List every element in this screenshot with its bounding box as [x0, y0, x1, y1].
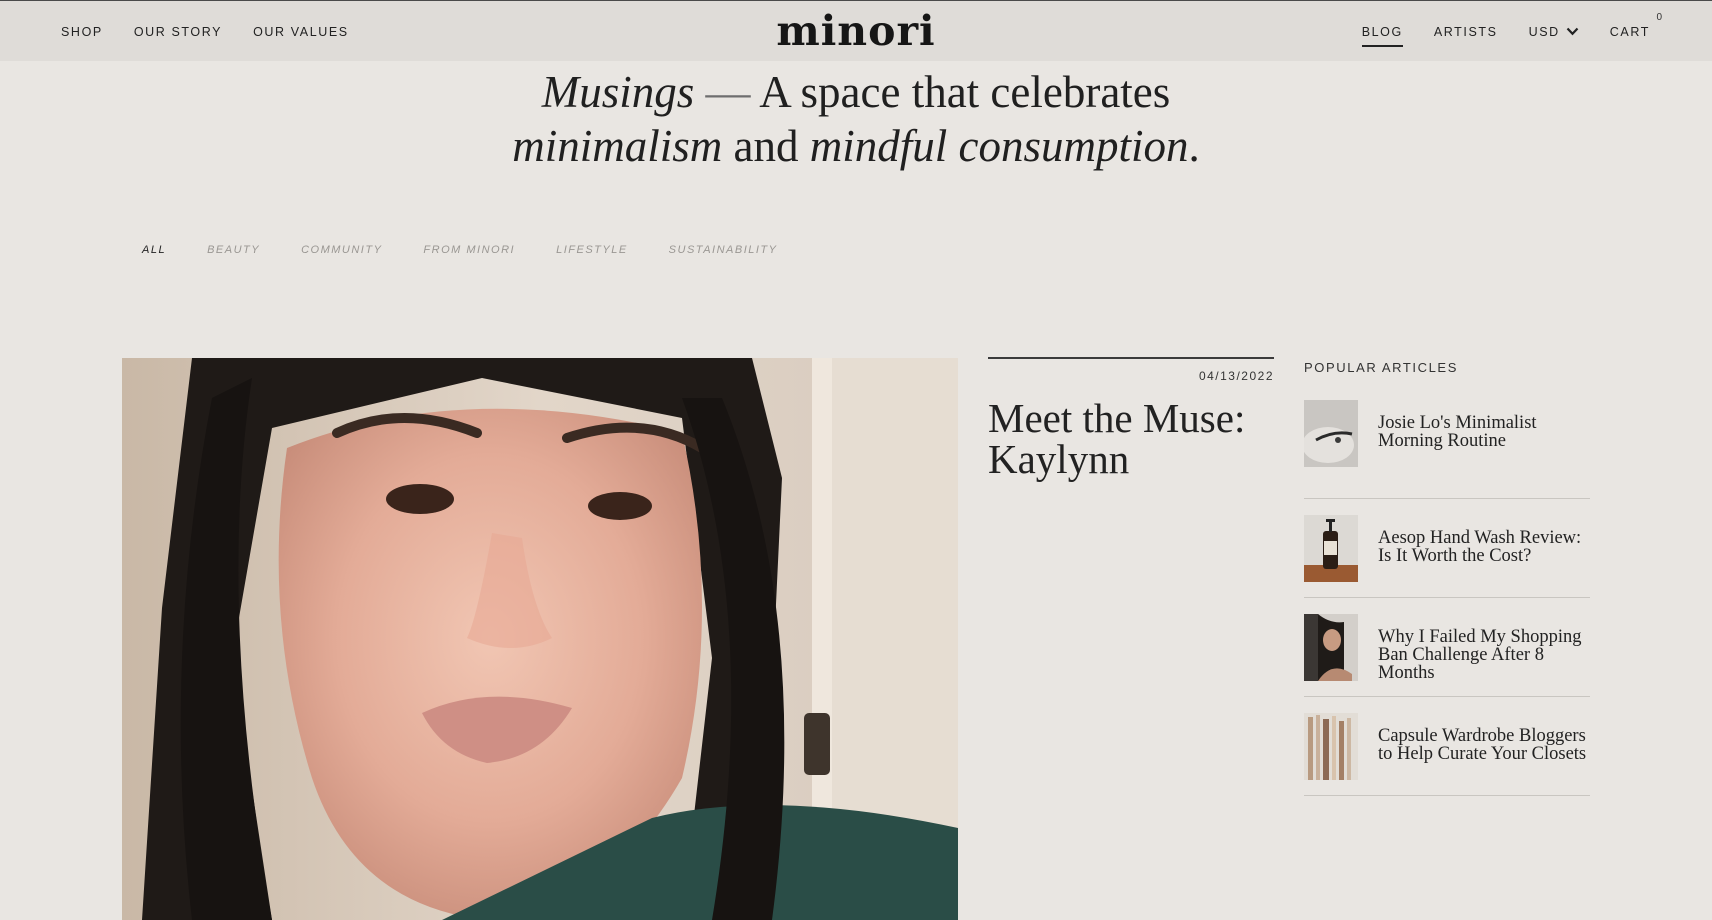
popular-title-4: Capsule Wardrobe Bloggers to Help Curate… [1378, 726, 1587, 764]
featured-article: 04/13/2022 Meet the Muse: Kaylynn [988, 357, 1274, 480]
filter-sustainability[interactable]: SUSTAINABILITY [669, 244, 778, 256]
hero-musings: Musings [541, 67, 695, 117]
popular-title-1: Josie Lo's Minimalist Morning Routine [1378, 413, 1537, 451]
filter-from-minori[interactable]: FROM MINORI [423, 244, 515, 256]
portrait-photo [122, 358, 958, 920]
hero-dash: — [694, 67, 760, 117]
thumbnail-image [1304, 515, 1358, 582]
popular-item[interactable]: Josie Lo's Minimalist Morning Routine [1304, 400, 1590, 499]
secondary-nav: BLOG ARTISTS USD CART 0 [1361, 1, 1662, 62]
featured-article-image[interactable] [122, 358, 958, 920]
filter-community[interactable]: COMMUNITY [301, 244, 382, 256]
chevron-down-icon [1566, 27, 1579, 36]
nav-artists[interactable]: ARTISTS [1434, 25, 1498, 39]
hero-period: . [1188, 121, 1200, 171]
thumbnail-image [1304, 713, 1358, 780]
cart-link[interactable]: CART 0 [1609, 12, 1662, 39]
popular-item[interactable]: Why I Failed My Shopping Ban Challenge A… [1304, 598, 1590, 697]
title-line-2: Kaylynn [988, 436, 1130, 482]
popular-thumb-3[interactable] [1304, 614, 1358, 681]
article-date: 04/13/2022 [1198, 369, 1274, 383]
currency-label: USD [1528, 24, 1560, 39]
popular-title-2: Aesop Hand Wash Review: Is It Worth the … [1378, 528, 1582, 566]
category-filters: ALL BEAUTY COMMUNITY FROM MINORI LIFESTY… [142, 244, 778, 256]
hero-line-1: Musings — A space that celebrates [542, 67, 1171, 117]
featured-article-title[interactable]: Meet the Muse: Kaylynn [988, 398, 1274, 480]
hero-text-a: A space that celebrates [759, 67, 1171, 117]
thumbnail-image [1304, 400, 1358, 467]
popular-thumb-2[interactable] [1304, 515, 1358, 582]
thumbnail-image [1304, 614, 1358, 681]
popular-articles: POPULAR ARTICLES Josie Lo's Minimalist M… [1304, 358, 1590, 796]
filter-lifestyle[interactable]: LIFESTYLE [556, 244, 628, 256]
hero-tagline: Musings — A space that celebrates minima… [0, 65, 1712, 173]
cart-count-badge: 0 [1656, 11, 1662, 23]
filter-beauty[interactable]: BEAUTY [207, 244, 260, 256]
hero-minimalism: minimalism [512, 121, 723, 171]
popular-title-3: Why I Failed My Shopping Ban Challenge A… [1378, 627, 1582, 683]
popular-list: Josie Lo's Minimalist Morning Routine Ae… [1304, 400, 1590, 796]
cart-label: CART [1609, 24, 1650, 39]
hero-line-2: minimalism and mindful consumption. [512, 121, 1200, 171]
popular-heading: POPULAR ARTICLES [1304, 360, 1458, 375]
popular-thumb-1[interactable] [1304, 400, 1358, 467]
popular-thumb-4[interactable] [1304, 713, 1358, 780]
nav-blog[interactable]: BLOG [1361, 25, 1403, 47]
hero-mindful-consumption: mindful consumption [809, 121, 1189, 171]
currency-selector[interactable]: USD [1529, 25, 1579, 39]
site-header: SHOP OUR STORY OUR VALUES minori BLOG AR… [0, 0, 1712, 61]
hero-text-b: and [722, 121, 810, 171]
title-line-1: Meet the Muse: [988, 395, 1246, 441]
popular-item[interactable]: Capsule Wardrobe Bloggers to Help Curate… [1304, 697, 1590, 796]
filter-all[interactable]: ALL [142, 244, 166, 256]
popular-item[interactable]: Aesop Hand Wash Review: Is It Worth the … [1304, 499, 1590, 598]
